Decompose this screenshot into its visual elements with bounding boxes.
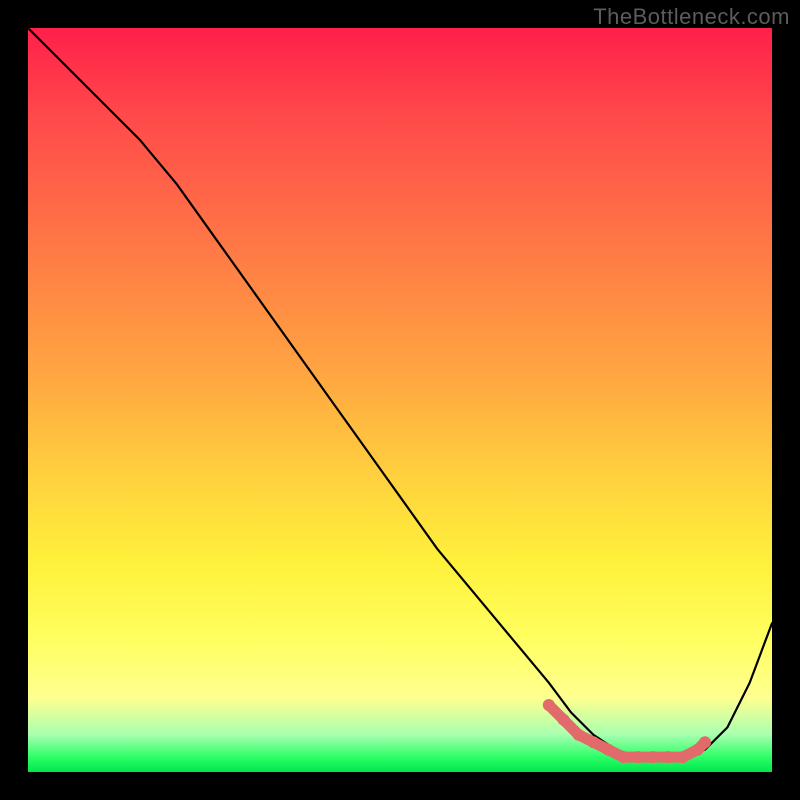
sweet-spot-dot (617, 751, 629, 763)
sweet-spot-dot (632, 751, 644, 763)
plot-area (28, 28, 772, 772)
sweet-spot-dot (647, 751, 659, 763)
sweet-spot-dot (662, 751, 674, 763)
sweet-spot-dot (602, 744, 614, 756)
chart-frame: TheBottleneck.com (0, 0, 800, 800)
sweet-spot-dot (543, 699, 555, 711)
sweet-spot-dot (558, 714, 570, 726)
sweet-spot-dot (677, 751, 689, 763)
bottleneck-curve-path (28, 28, 772, 757)
sweet-spot-dot (587, 736, 599, 748)
curve-svg (28, 28, 772, 772)
sweet-spot-dot (699, 736, 711, 748)
watermark-text: TheBottleneck.com (593, 4, 790, 30)
sweet-spot-dot (573, 729, 585, 741)
